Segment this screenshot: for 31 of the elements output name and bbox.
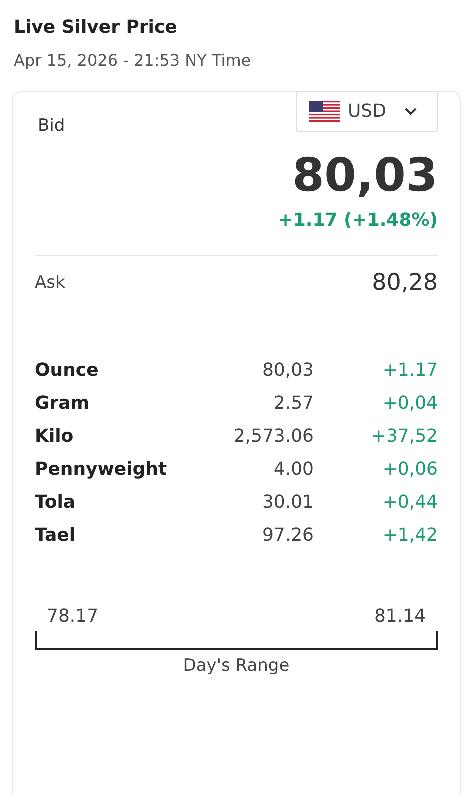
unit-change: +0,06 (382, 459, 438, 480)
unit-price: 2,573.06 (232, 426, 314, 447)
page-title: Live Silver Price (14, 17, 178, 38)
unit-name: Tael (35, 525, 76, 546)
range-high: 81.14 (374, 606, 426, 627)
unit-change: +37,52 (370, 426, 438, 447)
ask-label: Ask (35, 273, 66, 293)
unit-change: +0,04 (382, 393, 438, 414)
unit-name: Kilo (35, 426, 75, 447)
range-label: Day's Range (183, 656, 290, 676)
currency-dropdown[interactable]: USD (296, 91, 438, 132)
bid-label: Bid (38, 116, 66, 136)
unit-name: Pennyweight (35, 459, 168, 480)
price-change: +1.17 (+1.48%) (278, 210, 438, 231)
chevron-down-icon (404, 107, 418, 116)
bid-price: 80,03 (292, 148, 438, 202)
unit-price: 97.26 (261, 525, 314, 546)
unit-price: 2.57 (272, 393, 314, 414)
unit-change: +1,42 (382, 525, 438, 546)
unit-name: Tola (35, 492, 77, 513)
flag-icon (309, 101, 340, 122)
unit-change: +1.17 (382, 360, 438, 381)
timestamp: Apr 15, 2026 - 21:53 NY Time (14, 51, 252, 70)
unit-price: 4.00 (272, 459, 314, 480)
unit-change: +0,44 (382, 492, 438, 513)
unit-price: 30.01 (261, 492, 314, 513)
ask-price: 80,28 (372, 270, 438, 296)
unit-price: 80,03 (261, 360, 314, 381)
unit-name: Gram (35, 393, 91, 414)
unit-name: Ounce (35, 360, 100, 381)
range-low: 78.17 (47, 606, 99, 627)
